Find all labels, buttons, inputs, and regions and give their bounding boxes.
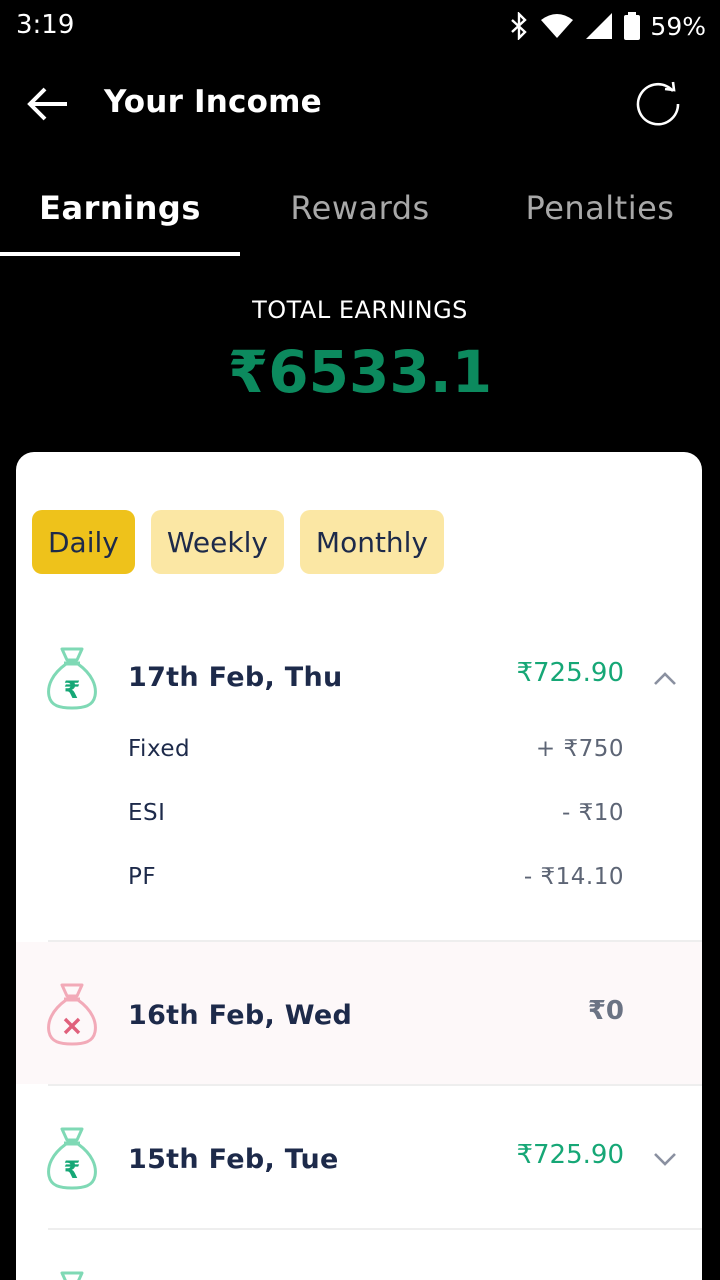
breakdown-fixed: Fixed + ₹750: [128, 736, 624, 762]
total-earnings-value: ₹6533.1: [227, 338, 493, 406]
income-tabs: Earnings Rewards Penalties: [0, 160, 720, 256]
filter-monthly[interactable]: Monthly: [299, 510, 445, 574]
wifi-icon: [540, 13, 574, 39]
tab-penalties[interactable]: Penalties: [480, 160, 720, 256]
breakdown-label: PF: [128, 864, 157, 890]
svg-text:₹: ₹: [64, 1156, 81, 1184]
svg-text:₹: ₹: [64, 676, 81, 704]
cell-signal-icon: [586, 13, 613, 39]
day-amount: ₹725.90: [516, 658, 624, 688]
breakdown-esi: ESI - ₹10: [128, 800, 624, 826]
arrow-left-icon: [27, 87, 69, 125]
chevron-up-icon[interactable]: [652, 671, 678, 687]
day-date: 17th Feb, Thu: [128, 662, 343, 693]
filter-weekly[interactable]: Weekly: [150, 510, 284, 574]
day-date: 15th Feb, Tue: [128, 1144, 339, 1175]
money-bag-icon: ₹: [46, 1126, 98, 1190]
day-row-header[interactable]: ₹ 17th Feb, Thu ₹725.90: [16, 618, 702, 738]
battery-icon: [624, 12, 641, 40]
breakdown-label: ESI: [128, 800, 166, 826]
breakdown-value: + ₹750: [535, 736, 624, 762]
status-bar: 3:19 59%: [0, 0, 720, 52]
breakdown-label: Fixed: [128, 736, 191, 762]
breakdown-value: - ₹14.10: [523, 864, 624, 890]
app-bar: Your Income: [0, 60, 720, 152]
day-row: ₹ 17th Feb, Thu ₹725.90 Fixed + ₹750 ESI…: [16, 618, 702, 940]
day-amount: ₹0: [587, 996, 624, 1026]
divider: [48, 1228, 702, 1230]
chevron-down-icon[interactable]: [652, 1151, 678, 1167]
day-row[interactable]: 16th Feb, Wed ₹0: [16, 942, 702, 1084]
day-row[interactable]: ₹ 15th Feb, Tue ₹725.90: [16, 1086, 702, 1228]
battery-percent: 59%: [650, 11, 706, 41]
page-title: Your Income: [104, 84, 322, 120]
money-bag-cross-icon: [46, 982, 98, 1046]
breakdown-pf: PF - ₹14.10: [128, 864, 624, 890]
status-time: 3:19: [16, 10, 75, 40]
day-amount: ₹725.90: [516, 1140, 624, 1170]
day-date: 16th Feb, Wed: [128, 1000, 353, 1031]
bluetooth-icon: [510, 12, 528, 40]
refresh-icon: [633, 79, 683, 133]
back-button[interactable]: [22, 82, 74, 130]
tab-rewards[interactable]: Rewards: [240, 160, 480, 256]
period-filter: Daily Weekly Monthly: [32, 510, 445, 574]
refresh-button[interactable]: [630, 78, 686, 134]
status-icons: 59%: [510, 8, 706, 44]
breakdown-value: - ₹10: [561, 800, 624, 826]
filter-daily[interactable]: Daily: [32, 510, 135, 574]
money-bag-icon: ₹: [46, 646, 98, 710]
tab-earnings[interactable]: Earnings: [0, 160, 240, 256]
total-earnings-label: TOTAL EARNINGS: [252, 296, 468, 324]
money-bag-icon: [46, 1270, 98, 1280]
earnings-card: Daily Weekly Monthly ₹ 17th Feb, Thu ₹72…: [16, 452, 702, 1280]
